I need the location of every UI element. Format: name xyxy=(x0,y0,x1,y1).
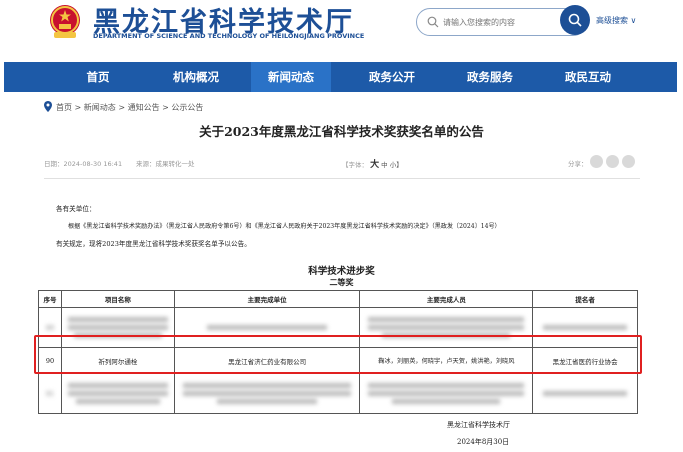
nav-item-home[interactable]: 首页 xyxy=(58,62,138,92)
weibo-share-icon[interactable] xyxy=(606,155,619,168)
cell-nominator: 黑龙江省医药行业协会 xyxy=(532,347,638,374)
qq-share-icon[interactable] xyxy=(622,155,635,168)
publish-date: 日期：2024-08-30 16:41 xyxy=(44,160,123,168)
breadcrumb[interactable]: 首页 > 新闻动态 > 通知公告 > 公示公告 xyxy=(56,102,203,113)
nav-item-organization[interactable]: 机构概况 xyxy=(156,62,236,92)
site-subtitle: DEPARTMENT OF SCIENCE AND TECHNOLOGY OF … xyxy=(93,32,365,40)
cell-blurred xyxy=(60,307,175,348)
header-no: 序号 xyxy=(38,290,62,308)
cell-project: 祈列阿尔通栓 xyxy=(60,347,175,374)
nav-item-gov-services[interactable]: 政务服务 xyxy=(450,62,530,92)
salutation: 各有关单位： xyxy=(56,205,96,213)
body-paragraph-2: 有关规定，现将2023年度黑龙江省科学技术奖获奖名单予以公告。 xyxy=(56,240,251,248)
search-input[interactable] xyxy=(443,14,563,30)
font-size-medium[interactable]: 中 xyxy=(381,161,388,169)
page-title: 关于2023年度黑龙江省科学技术奖获奖名单的公告 xyxy=(199,124,484,139)
award-level: 二等奖 xyxy=(329,277,354,287)
article-source: 来源：成果转化一处 xyxy=(136,160,195,168)
cell-blurred xyxy=(359,373,534,414)
share-label: 分享： xyxy=(568,160,588,168)
font-size-small[interactable]: 小】 xyxy=(390,161,403,169)
cell-unit: 黑龙江省济仁药业有限公司 xyxy=(173,347,361,374)
cell-no: 89 xyxy=(38,307,62,348)
header-people: 主要完成人员 xyxy=(359,290,534,308)
cell-blurred xyxy=(173,373,361,414)
main-nav: 首页 机构概况 新闻动态 政务公开 政务服务 政民互动 xyxy=(4,62,677,92)
font-size-large[interactable]: 大 xyxy=(370,160,379,170)
location-pin-icon xyxy=(44,101,52,112)
cell-no: 91 xyxy=(38,373,62,414)
site-header: 黑龙江省科学技术厅 DEPARTMENT OF SCIENCE AND TECH… xyxy=(0,0,683,62)
header-project: 项目名称 xyxy=(60,290,175,308)
table-row-blurred: 89 xyxy=(38,307,638,348)
nav-item-interaction[interactable]: 政民互动 xyxy=(548,62,628,92)
table-row: 90 祈列阿尔通栓 黑龙江省济仁药业有限公司 鞠冰，刘丽英，何晓宇，卢天贺，姚洪… xyxy=(38,347,638,374)
cell-blurred xyxy=(532,373,638,414)
search-icon xyxy=(427,16,439,28)
article-meta: 日期：2024-08-30 16:41 来源：成果转化一处 【字体： 大 中 小… xyxy=(44,155,644,170)
cell-no: 90 xyxy=(38,347,62,374)
national-emblem-icon xyxy=(50,5,80,38)
body-paragraph-1: 根据《黑龙江省科学技术奖励办法》（黑龙江省人民政府令第6号）和《黑龙江省人民政府… xyxy=(68,223,501,230)
table-row-blurred: 91 xyxy=(38,373,638,414)
table-header-row: 序号 项目名称 主要完成单位 主要完成人员 提名者 xyxy=(38,290,638,308)
font-size-controls: 【字体： 大 中 小】 xyxy=(342,157,403,170)
cell-blurred xyxy=(173,307,361,348)
cell-blurred xyxy=(532,307,638,348)
divider xyxy=(44,178,640,179)
nav-item-gov-affairs[interactable]: 政务公开 xyxy=(352,62,432,92)
search-button[interactable] xyxy=(560,5,590,35)
nav-item-news[interactable]: 新闻动态 xyxy=(251,62,331,92)
search-icon xyxy=(568,13,582,27)
signature-org: 黑龙江省科学技术厅 xyxy=(447,421,510,429)
wechat-share-icon[interactable] xyxy=(590,155,603,168)
header-unit: 主要完成单位 xyxy=(173,290,361,308)
awards-table: 序号 项目名称 主要完成单位 主要完成人员 提名者 89 90 祈列阿尔通栓 黑… xyxy=(38,290,638,414)
font-size-label: 【字体： xyxy=(342,161,368,169)
cell-blurred xyxy=(359,307,534,348)
signature-date: 2024年8月30日 xyxy=(457,438,510,446)
award-category: 科学技术进步奖 xyxy=(308,266,375,277)
cell-people: 鞠冰，刘丽英，何晓宇，卢天贺，姚洪艳，刘晓风 xyxy=(359,347,534,374)
header-nominator: 提名者 xyxy=(532,290,638,308)
advanced-search-link[interactable]: 高级搜索 ∨ xyxy=(596,15,636,26)
cell-blurred xyxy=(60,373,175,414)
